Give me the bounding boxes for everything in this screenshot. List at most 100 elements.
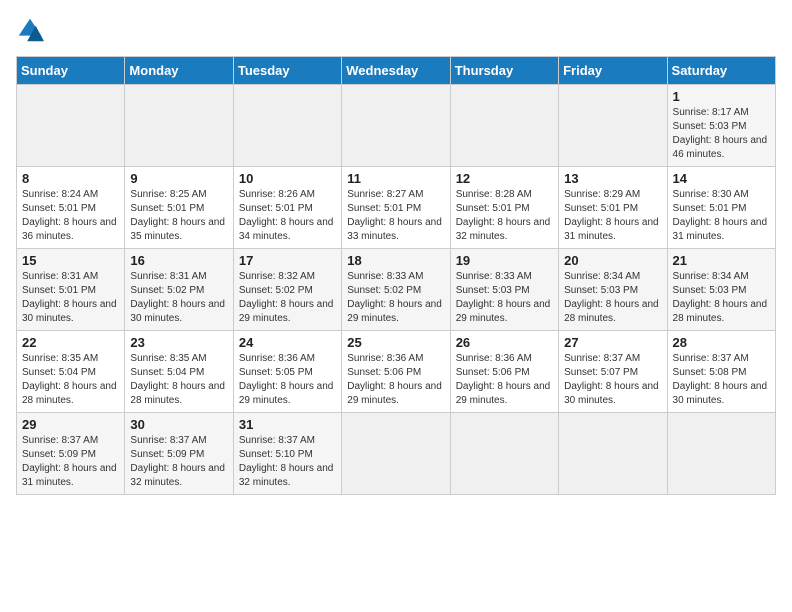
day-number: 14: [673, 171, 770, 186]
day-number: 21: [673, 253, 770, 268]
day-number: 22: [22, 335, 119, 350]
logo-icon: [16, 16, 44, 44]
day-info: Sunrise: 8:35 AMSunset: 5:04 PMDaylight:…: [130, 352, 227, 408]
day-info: Sunrise: 8:35 AMSunset: 5:04 PMDaylight:…: [22, 352, 119, 408]
calendar-body: 1 Sunrise: 8:17 AMSunset: 5:03 PMDaylight…: [17, 85, 776, 495]
calendar-cell: 30 Sunrise: 8:37 AMSunset: 5:09 PMDayligh…: [125, 413, 233, 495]
calendar-day-header: Friday: [559, 57, 667, 85]
day-number: 31: [239, 417, 336, 432]
day-number: 18: [347, 253, 444, 268]
day-number: 10: [239, 171, 336, 186]
calendar-cell: [559, 413, 667, 495]
calendar-cell: 23 Sunrise: 8:35 AMSunset: 5:04 PMDayligh…: [125, 331, 233, 413]
day-info: Sunrise: 8:34 AMSunset: 5:03 PMDaylight:…: [673, 270, 770, 326]
calendar-table: SundayMondayTuesdayWednesdayThursdayFrid…: [16, 56, 776, 495]
calendar-day-header: Thursday: [450, 57, 558, 85]
calendar-cell: 27 Sunrise: 8:37 AMSunset: 5:07 PMDayligh…: [559, 331, 667, 413]
calendar-cell: 18 Sunrise: 8:33 AMSunset: 5:02 PMDayligh…: [342, 249, 450, 331]
day-info: Sunrise: 8:37 AMSunset: 5:10 PMDaylight:…: [239, 434, 336, 490]
day-info: Sunrise: 8:37 AMSunset: 5:09 PMDaylight:…: [22, 434, 119, 490]
day-info: Sunrise: 8:37 AMSunset: 5:07 PMDaylight:…: [564, 352, 661, 408]
calendar-cell: 25 Sunrise: 8:36 AMSunset: 5:06 PMDayligh…: [342, 331, 450, 413]
calendar-cell: 11 Sunrise: 8:27 AMSunset: 5:01 PMDayligh…: [342, 167, 450, 249]
calendar-cell: 1 Sunrise: 8:17 AMSunset: 5:03 PMDaylight…: [667, 85, 775, 167]
calendar-cell: [17, 85, 125, 167]
calendar-cell: 21 Sunrise: 8:34 AMSunset: 5:03 PMDayligh…: [667, 249, 775, 331]
calendar-cell: 24 Sunrise: 8:36 AMSunset: 5:05 PMDayligh…: [233, 331, 341, 413]
calendar-cell: 9 Sunrise: 8:25 AMSunset: 5:01 PMDaylight…: [125, 167, 233, 249]
day-number: 19: [456, 253, 553, 268]
day-number: 9: [130, 171, 227, 186]
calendar-cell: 16 Sunrise: 8:31 AMSunset: 5:02 PMDayligh…: [125, 249, 233, 331]
logo: [16, 16, 48, 44]
calendar-header-row: SundayMondayTuesdayWednesdayThursdayFrid…: [17, 57, 776, 85]
calendar-cell: 8 Sunrise: 8:24 AMSunset: 5:01 PMDaylight…: [17, 167, 125, 249]
day-info: Sunrise: 8:24 AMSunset: 5:01 PMDaylight:…: [22, 188, 119, 244]
day-info: Sunrise: 8:32 AMSunset: 5:02 PMDaylight:…: [239, 270, 336, 326]
calendar-day-header: Tuesday: [233, 57, 341, 85]
calendar-cell: 14 Sunrise: 8:30 AMSunset: 5:01 PMDayligh…: [667, 167, 775, 249]
day-info: Sunrise: 8:28 AMSunset: 5:01 PMDaylight:…: [456, 188, 553, 244]
day-info: Sunrise: 8:36 AMSunset: 5:06 PMDaylight:…: [456, 352, 553, 408]
day-number: 24: [239, 335, 336, 350]
calendar-cell: 17 Sunrise: 8:32 AMSunset: 5:02 PMDayligh…: [233, 249, 341, 331]
calendar-cell: 31 Sunrise: 8:37 AMSunset: 5:10 PMDayligh…: [233, 413, 341, 495]
calendar-cell: 28Sunrise: 8:37 AMSunset: 5:08 PMDayligh…: [667, 331, 775, 413]
day-info: Sunrise: 8:33 AMSunset: 5:02 PMDaylight:…: [347, 270, 444, 326]
day-number: 28: [673, 335, 770, 350]
calendar-cell: [450, 85, 558, 167]
day-info: Sunrise: 8:34 AMSunset: 5:03 PMDaylight:…: [564, 270, 661, 326]
day-number: 8: [22, 171, 119, 186]
calendar-week-row: 22 Sunrise: 8:35 AMSunset: 5:04 PMDayligh…: [17, 331, 776, 413]
day-info: Sunrise: 8:31 AMSunset: 5:02 PMDaylight:…: [130, 270, 227, 326]
day-number: 29: [22, 417, 119, 432]
day-number: 16: [130, 253, 227, 268]
day-number: 20: [564, 253, 661, 268]
day-info: Sunrise: 8:33 AMSunset: 5:03 PMDaylight:…: [456, 270, 553, 326]
calendar-cell: 12 Sunrise: 8:28 AMSunset: 5:01 PMDayligh…: [450, 167, 558, 249]
calendar-cell: [233, 85, 341, 167]
day-number: 17: [239, 253, 336, 268]
day-info: Sunrise: 8:27 AMSunset: 5:01 PMDaylight:…: [347, 188, 444, 244]
day-number: 26: [456, 335, 553, 350]
day-number: 1: [673, 89, 770, 104]
calendar-cell: 20 Sunrise: 8:34 AMSunset: 5:03 PMDayligh…: [559, 249, 667, 331]
calendar-week-row: 15 Sunrise: 8:31 AMSunset: 5:01 PMDayligh…: [17, 249, 776, 331]
calendar-day-header: Wednesday: [342, 57, 450, 85]
day-info: Sunrise: 8:17 AMSunset: 5:03 PMDaylight:…: [673, 106, 770, 162]
calendar-cell: 10Sunrise: 8:26 AMSunset: 5:01 PMDayligh…: [233, 167, 341, 249]
calendar-day-header: Monday: [125, 57, 233, 85]
calendar-cell: 29 Sunrise: 8:37 AMSunset: 5:09 PMDayligh…: [17, 413, 125, 495]
calendar-cell: 26 Sunrise: 8:36 AMSunset: 5:06 PMDayligh…: [450, 331, 558, 413]
calendar-cell: [450, 413, 558, 495]
calendar-day-header: Sunday: [17, 57, 125, 85]
day-info: Sunrise: 8:30 AMSunset: 5:01 PMDaylight:…: [673, 188, 770, 244]
day-info: Sunrise: 8:31 AMSunset: 5:01 PMDaylight:…: [22, 270, 119, 326]
calendar-cell: 19 Sunrise: 8:33 AMSunset: 5:03 PMDayligh…: [450, 249, 558, 331]
day-info: Sunrise: 8:29 AMSunset: 5:01 PMDaylight:…: [564, 188, 661, 244]
calendar-week-row: 29 Sunrise: 8:37 AMSunset: 5:09 PMDayligh…: [17, 413, 776, 495]
calendar-day-header: Saturday: [667, 57, 775, 85]
calendar-week-row: 1 Sunrise: 8:17 AMSunset: 5:03 PMDaylight…: [17, 85, 776, 167]
day-info: Sunrise: 8:37 AMSunset: 5:09 PMDaylight:…: [130, 434, 227, 490]
calendar-cell: [342, 85, 450, 167]
calendar-cell: 15 Sunrise: 8:31 AMSunset: 5:01 PMDayligh…: [17, 249, 125, 331]
day-info: Sunrise: 8:36 AMSunset: 5:05 PMDaylight:…: [239, 352, 336, 408]
day-number: 12: [456, 171, 553, 186]
calendar-cell: [125, 85, 233, 167]
day-number: 13: [564, 171, 661, 186]
day-info: Sunrise: 8:36 AMSunset: 5:06 PMDaylight:…: [347, 352, 444, 408]
calendar-cell: 22 Sunrise: 8:35 AMSunset: 5:04 PMDayligh…: [17, 331, 125, 413]
day-number: 25: [347, 335, 444, 350]
day-number: 15: [22, 253, 119, 268]
day-number: 11: [347, 171, 444, 186]
day-number: 27: [564, 335, 661, 350]
calendar-week-row: 8 Sunrise: 8:24 AMSunset: 5:01 PMDaylight…: [17, 167, 776, 249]
calendar-cell: [667, 413, 775, 495]
calendar-cell: [342, 413, 450, 495]
day-number: 30: [130, 417, 227, 432]
calendar-cell: [559, 85, 667, 167]
page-header: [16, 16, 776, 44]
day-info: Sunrise: 8:25 AMSunset: 5:01 PMDaylight:…: [130, 188, 227, 244]
day-number: 23: [130, 335, 227, 350]
